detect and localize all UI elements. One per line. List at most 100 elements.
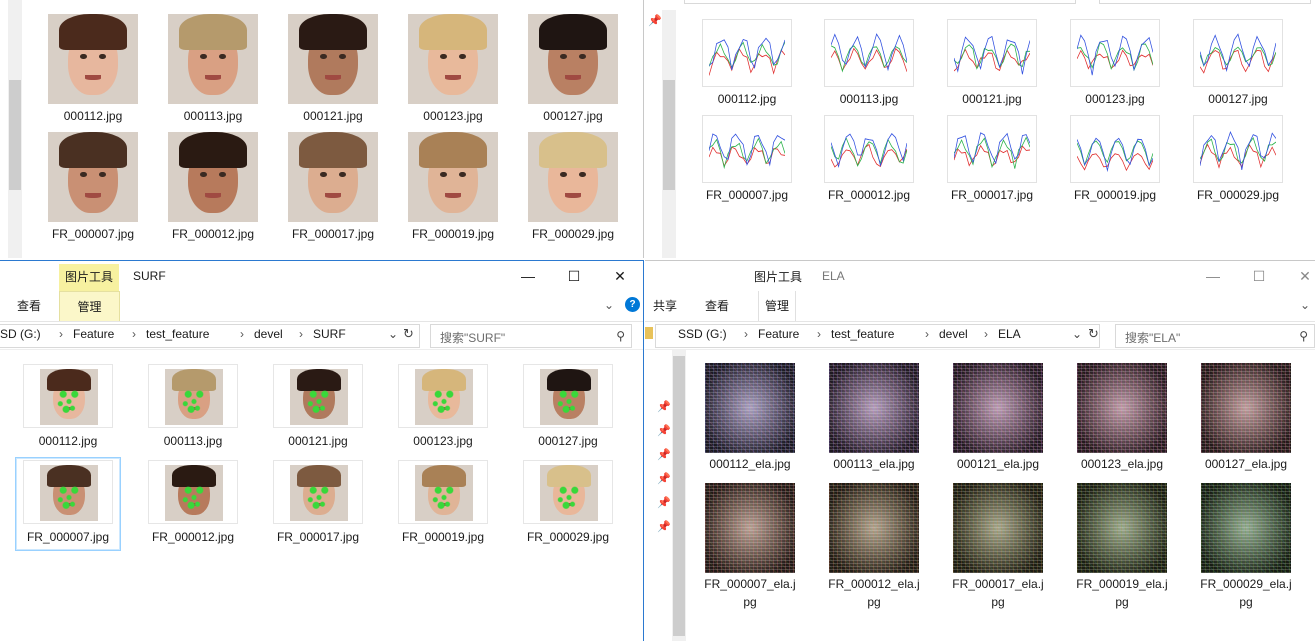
file-item[interactable]: FR_000007.jpg [694,112,800,208]
file-item[interactable]: FR_000017.jpg [266,458,370,550]
file-item[interactable]: 000127.jpg [1185,16,1291,112]
file-item[interactable]: FR_000019.jpg [400,128,506,244]
file-item[interactable]: FR_000019_ela.j pg [1069,482,1175,612]
pin-icon[interactable]: 📌 [648,14,662,27]
file-item[interactable]: 000112_ela.jpg [697,362,803,476]
file-item[interactable]: 000112.jpg [694,16,800,112]
breadcrumb-item[interactable]: test_feature [831,327,894,341]
file-item[interactable]: 000123.jpg [1062,16,1168,112]
file-item[interactable]: FR_000012.jpg [141,458,245,550]
chevron-down-icon[interactable]: ⌄ [388,327,398,341]
chevron-down-icon[interactable]: ⌄ [1072,327,1082,341]
search-box[interactable]: 搜索"SURF" ⚲ [430,324,632,348]
file-item[interactable]: 000127_ela.jpg [1193,362,1299,476]
breadcrumb-item[interactable]: ELA [998,327,1021,341]
chevron-right-icon[interactable]: › [925,327,929,341]
tab-view[interactable]: 查看 [11,291,47,321]
pin-icon[interactable]: 📌 [657,448,671,461]
breadcrumb-item[interactable]: devel [254,327,283,341]
breadcrumb-item[interactable]: test_feature [146,327,209,341]
tab-manage[interactable]: 管理 [59,291,120,321]
file-item[interactable]: 000123_ela.jpg [1069,362,1175,476]
scrollbar-thumb[interactable] [9,80,21,190]
file-item[interactable]: FR_000019.jpg [391,458,495,550]
pin-icon[interactable]: 📌 [657,496,671,509]
surf-image [165,369,223,425]
close-button[interactable]: ✕ [1282,261,1315,291]
file-item[interactable]: 000123.jpg [391,362,495,454]
file-item[interactable]: 000112.jpg [16,362,120,454]
file-item[interactable]: 000127.jpg [520,10,626,126]
chevron-down-icon[interactable]: ⌄ [604,298,614,312]
file-item[interactable]: FR_000017.jpg [939,112,1045,208]
breadcrumb-item[interactable]: devel [939,327,968,341]
file-item[interactable]: FR_000029_ela.j pg [1193,482,1299,612]
file-item[interactable]: 000121.jpg [266,362,370,454]
scrollbar-thumb[interactable] [673,356,685,636]
file-item[interactable]: FR_000019.jpg [1062,112,1168,208]
minimize-button[interactable]: — [1190,261,1236,291]
tab-share[interactable]: 共享 [647,291,683,321]
chevron-right-icon[interactable]: › [744,327,748,341]
scrollbar-thumb[interactable] [663,80,675,190]
search-icon[interactable]: ⚲ [616,329,625,343]
file-item[interactable]: FR_000012.jpg [816,112,922,208]
pin-icon[interactable]: 📌 [657,400,671,413]
chevron-right-icon[interactable]: › [240,327,244,341]
file-item[interactable]: FR_000029.jpg [520,128,626,244]
refresh-icon[interactable]: ↻ [403,326,414,342]
breadcrumb-item[interactable]: Feature [73,327,114,341]
pin-icon[interactable]: 📌 [657,520,671,533]
search-icon[interactable]: ⚲ [1299,329,1308,343]
file-item[interactable]: 000127.jpg [516,362,620,454]
close-button[interactable]: ✕ [597,261,643,291]
maximize-button[interactable]: ☐ [1236,261,1282,291]
breadcrumb-item[interactable]: SURF [313,327,346,341]
chevron-right-icon[interactable]: › [59,327,63,341]
file-item[interactable]: 000121.jpg [280,10,386,126]
address-box[interactable] [0,324,420,348]
picture-tools-tab[interactable]: 图片工具 [59,264,120,291]
breadcrumb-item[interactable]: Feature [758,327,799,341]
refresh-icon[interactable]: ↻ [1088,326,1099,342]
chevron-right-icon[interactable]: › [132,327,136,341]
file-item[interactable]: FR_000007.jpg [15,457,121,551]
address-box-fragment[interactable] [684,0,1076,4]
file-item[interactable]: FR_000012_ela.j pg [821,482,927,612]
file-item[interactable]: FR_000017.jpg [280,128,386,244]
file-item[interactable]: FR_000007.jpg [40,128,146,244]
tab-view[interactable]: 查看 [699,291,735,321]
scrollbar[interactable] [8,0,22,258]
file-item[interactable]: FR_000029.jpg [1185,112,1291,208]
file-item[interactable]: 000121.jpg [939,16,1045,112]
pin-icon[interactable]: 📌 [657,472,671,485]
file-item[interactable]: 000121_ela.jpg [945,362,1051,476]
search-box-fragment[interactable] [1099,0,1311,4]
eyes [320,171,346,177]
file-item[interactable]: 000113.jpg [160,10,266,126]
file-item[interactable]: FR_000029.jpg [516,458,620,550]
file-item[interactable]: 000123.jpg [400,10,506,126]
scrollbar[interactable] [662,10,676,258]
file-item[interactable]: FR_000007_ela.j pg [697,482,803,612]
maximize-button[interactable]: ☐ [551,261,597,291]
picture-tools-tab[interactable]: 图片工具 [748,264,808,291]
file-item[interactable]: 000113.jpg [141,362,245,454]
chevron-right-icon[interactable]: › [299,327,303,341]
file-item[interactable]: FR_000017_ela.j pg [945,482,1051,612]
help-icon[interactable]: ? [625,297,640,312]
file-item[interactable]: 000113.jpg [816,16,922,112]
breadcrumb-item[interactable]: SSD (G:) [678,327,727,341]
chevron-right-icon[interactable]: › [817,327,821,341]
file-item[interactable]: 000113_ela.jpg [821,362,927,476]
file-item[interactable]: 000112.jpg [40,10,146,126]
tab-manage[interactable]: 管理 [758,291,797,321]
search-box[interactable]: 搜索"ELA" ⚲ [1115,324,1315,348]
scrollbar[interactable] [672,350,686,641]
minimize-button[interactable]: — [505,261,551,291]
chevron-right-icon[interactable]: › [984,327,988,341]
chevron-down-icon[interactable]: ⌄ [1300,298,1310,312]
breadcrumb-item[interactable]: SD (G:) [0,327,41,341]
pin-icon[interactable]: 📌 [657,424,671,437]
file-item[interactable]: FR_000012.jpg [160,128,266,244]
